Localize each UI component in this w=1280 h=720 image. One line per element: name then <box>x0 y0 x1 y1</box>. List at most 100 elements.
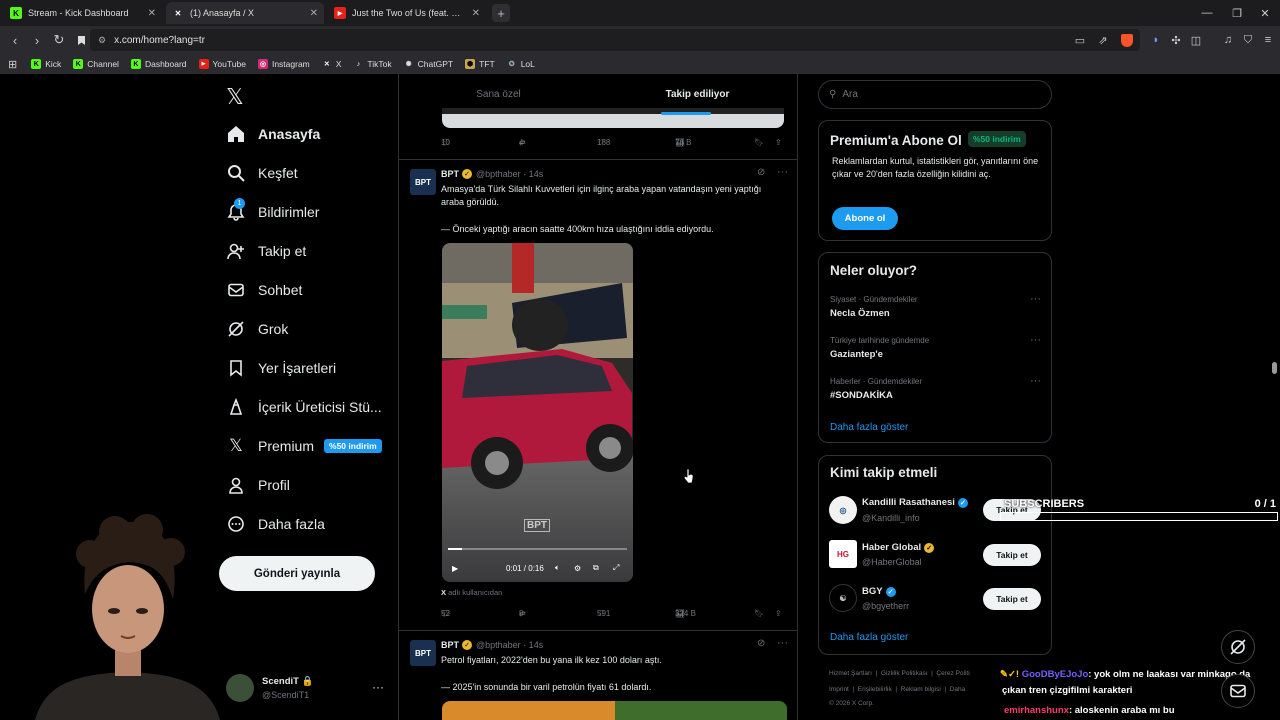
more-icon[interactable]: ··· <box>1030 375 1041 387</box>
post-media-image[interactable] <box>442 701 787 720</box>
nav-chat[interactable]: Sohbet <box>226 280 302 300</box>
bookmark-tiktok[interactable]: ♪ TikTok <box>353 59 392 69</box>
bookmark-post-icon[interactable]: 🔖︎ <box>754 138 764 147</box>
views-button[interactable]: 📊︎ 76 B <box>675 138 691 147</box>
close-tab-icon[interactable]: ✕ <box>148 8 156 19</box>
footer-link[interactable]: Hizmet Şartları <box>829 670 872 677</box>
site-info-icon[interactable]: ⚙ <box>98 35 106 46</box>
avatar[interactable]: HG <box>829 540 857 568</box>
volume-icon[interactable]: 🔈︎ <box>555 563 560 573</box>
bookmark-x[interactable]: ✕ X <box>322 59 342 69</box>
account-switcher[interactable]: ScendiT 🔒 @ScendiT1 ··· <box>226 672 386 706</box>
forward-icon[interactable]: › <box>27 30 47 50</box>
tab-for-you[interactable]: Sana özel <box>399 74 598 114</box>
trend-item[interactable]: Gaziantep'e <box>830 349 883 360</box>
bookmark-kick[interactable]: K Kick <box>31 59 61 69</box>
reply-button[interactable]: 💬︎ 10 <box>441 138 451 147</box>
tab-following[interactable]: Takip ediliyor <box>598 74 797 114</box>
wallet-icon[interactable]: ⛉ <box>1238 30 1258 50</box>
footer-link[interactable]: Erişilebilirlik <box>858 686 892 693</box>
bookmark-post-icon[interactable]: 🔖︎ <box>754 609 764 618</box>
follow-button[interactable]: Takip et <box>983 588 1041 610</box>
bookmark-chatgpt[interactable]: ✺ ChatGPT <box>404 59 453 69</box>
vpn-icon[interactable]: ◗ <box>1146 30 1166 50</box>
x-logo-icon[interactable]: 𝕏 <box>226 84 244 110</box>
views-button[interactable]: 📊︎ 324 B <box>675 609 696 618</box>
more-icon[interactable]: ··· <box>777 637 788 649</box>
nav-profile[interactable]: Profil <box>226 475 290 495</box>
maximize-icon[interactable]: ❐ <box>1222 0 1252 26</box>
tab-kick-dashboard[interactable]: K Stream - Kick Dashboard ✕ <box>4 2 162 24</box>
reload-icon[interactable]: ↻ <box>49 30 69 50</box>
reader-mode-icon[interactable]: ▭ <box>1070 30 1090 50</box>
url-field[interactable]: ⚙ x.com/home?lang=tr <box>90 29 1140 51</box>
footer-link[interactable]: Imprint <box>829 686 849 693</box>
like-button[interactable]: ♡ 188 <box>597 138 610 147</box>
avatar[interactable]: ◎ <box>829 496 857 524</box>
bookmark-tft[interactable]: ⬢ TFT <box>465 59 495 69</box>
fullscreen-icon[interactable]: ⤢ <box>613 563 619 573</box>
footer-link[interactable]: Daha <box>950 686 966 693</box>
search-input[interactable]: ⚲ Ara <box>818 80 1052 109</box>
trend-item[interactable]: #SONDAKİKA <box>830 390 893 401</box>
bookmark-dashboard[interactable]: K Dashboard <box>130 59 187 69</box>
subscribe-button[interactable]: Abone ol <box>832 207 898 230</box>
follow-button[interactable]: Takip et <box>983 544 1041 566</box>
nav-more[interactable]: Daha fazla <box>226 514 325 534</box>
avatar[interactable]: ☯ <box>829 584 857 612</box>
like-button[interactable]: ♡ 591 <box>597 609 610 618</box>
grok-float-button[interactable] <box>1221 630 1255 664</box>
share-icon[interactable]: ⇪ <box>775 609 782 618</box>
menu-icon[interactable]: ≡ <box>1258 30 1278 50</box>
apps-grid-icon[interactable]: ⊞ <box>8 58 17 71</box>
play-icon[interactable]: ▶ <box>452 564 458 573</box>
tab-youtube[interactable]: ▶ Just the Two of Us (feat. Bill Withers… <box>328 2 486 24</box>
trend-item[interactable]: Necla Özmen <box>830 308 890 319</box>
more-icon[interactable]: ··· <box>777 166 788 178</box>
bookmark-lol[interactable]: ✪ LoL <box>507 59 535 69</box>
grok-icon[interactable]: ⊘ <box>757 638 765 649</box>
minimize-icon[interactable]: — <box>1192 0 1222 26</box>
post-button[interactable]: Gönderi yayınla <box>219 556 375 591</box>
trends-show-more[interactable]: Daha fazla göster <box>830 422 908 433</box>
sidebar-toggle-icon[interactable]: ◫ <box>1186 30 1206 50</box>
account-more-icon[interactable]: ··· <box>372 680 384 694</box>
who-item-name[interactable]: Kandilli Rasathanesi ✓ <box>862 497 972 508</box>
nav-bookmarks[interactable]: Yer İşaretleri <box>226 358 336 378</box>
nav-explore[interactable]: Keşfet <box>226 163 298 183</box>
video-player[interactable]: BPT ▶ 0:01 / 0:16 🔈︎ ⚙ ⧉ ⤢ <box>442 243 633 582</box>
reply-button[interactable]: 💬︎ 52 <box>441 609 451 618</box>
bookmark-instagram[interactable]: ◎ Instagram <box>257 59 310 69</box>
nav-premium[interactable]: 𝕏 Premium %50 indirim <box>226 436 382 456</box>
new-tab-button[interactable]: + <box>492 4 510 22</box>
share-icon[interactable]: ⇗ <box>1093 30 1113 50</box>
avatar[interactable]: BPT <box>410 169 436 195</box>
more-icon[interactable]: ··· <box>1030 293 1041 305</box>
brave-shield-icon[interactable] <box>1117 30 1137 50</box>
captions-icon[interactable]: ⧉ <box>593 563 599 573</box>
messages-float-button[interactable] <box>1221 674 1255 708</box>
grok-icon[interactable]: ⊘ <box>757 167 765 178</box>
settings-icon[interactable]: ⚙ <box>574 564 581 573</box>
nav-follow[interactable]: Takip et <box>226 241 306 261</box>
share-icon[interactable]: ⇪ <box>775 138 782 147</box>
media-icon[interactable]: ♫ <box>1218 30 1238 50</box>
tab-x-home[interactable]: ✕ (1) Anasayfa / X ✕ <box>166 2 324 24</box>
close-tab-icon[interactable]: ✕ <box>472 8 480 19</box>
repost-button[interactable]: ⇄ 8 <box>519 609 526 618</box>
nav-creator-studio[interactable]: İçerik Üreticisi Stü... <box>226 397 382 417</box>
who-item-name[interactable]: BGY ✓ <box>862 586 900 597</box>
nav-grok[interactable]: Grok <box>226 319 288 339</box>
footer-link[interactable]: Gizlilik Politikası <box>881 670 928 677</box>
extensions-icon[interactable]: ✣ <box>1166 30 1186 50</box>
who-show-more[interactable]: Daha fazla göster <box>830 632 908 643</box>
nav-home[interactable]: Anasayfa <box>226 124 320 144</box>
repost-button[interactable]: ⇄ 4 <box>519 138 526 147</box>
avatar[interactable]: BPT <box>410 640 436 666</box>
bookmark-youtube[interactable]: ▶ YouTube <box>198 59 246 69</box>
close-window-icon[interactable]: ✕ <box>1250 0 1280 26</box>
footer-link[interactable]: Reklam bilgisi <box>901 686 941 693</box>
nav-notifications[interactable]: 1 Bildirimler <box>226 198 319 222</box>
more-icon[interactable]: ··· <box>1030 334 1041 346</box>
bookmark-page-icon[interactable] <box>71 30 91 50</box>
